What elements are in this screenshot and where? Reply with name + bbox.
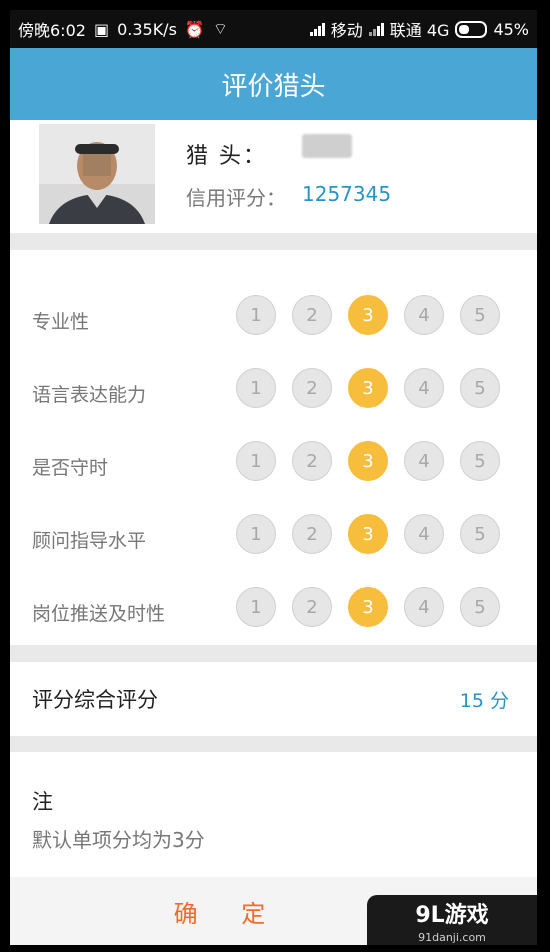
battery-percent: 45% <box>493 19 529 39</box>
rating-options: 12345 <box>236 368 500 408</box>
note-section: 注 默认单项分均为3分 <box>10 752 537 877</box>
carrier-1: 移动 <box>330 21 363 40</box>
ratings-panel: 专业性 1 2 3 4 5 语言表达能力 1 2 3 4 5 是否守时 1 2 3 4 5 顾问指导水平 1 2 3 4 5 岗… <box>10 250 537 645</box>
rating-option-5[interactable]: 5 <box>460 368 500 408</box>
rating-option-5[interactable]: 5 <box>460 295 500 335</box>
avatar <box>39 124 155 224</box>
rating-option-4[interactable]: 4 <box>404 587 444 627</box>
signal-icon <box>309 22 325 36</box>
rating-option-3[interactable]: 3 <box>348 295 388 335</box>
rating-label: 岗位推送及时性 <box>32 603 166 625</box>
site-watermark: 9L游戏 91danji.com <box>367 895 537 945</box>
hunter-name-label: 猎 头： <box>186 144 267 169</box>
total-score-value: 15 分 <box>459 690 509 712</box>
carrier-2: 联通 4G <box>389 21 450 40</box>
rating-row: 语言表达能力 1 2 3 4 5 <box>10 368 537 414</box>
rating-option-1[interactable]: 1 <box>236 587 276 627</box>
rating-option-3[interactable]: 3 <box>348 368 388 408</box>
credit-score-label: 信用评分： <box>186 186 286 210</box>
rating-option-2[interactable]: 2 <box>292 441 332 481</box>
rating-options: 12345 <box>236 587 500 627</box>
rating-option-5[interactable]: 5 <box>460 587 500 627</box>
rating-option-4[interactable]: 4 <box>404 295 444 335</box>
hunter-info-card: 猎 头： 信用评分： 1257345 <box>10 120 537 233</box>
rating-option-1[interactable]: 1 <box>236 295 276 335</box>
note-title: 注 <box>32 790 53 814</box>
rating-label: 专业性 <box>32 311 90 333</box>
rating-option-4[interactable]: 4 <box>404 514 444 554</box>
rating-option-1[interactable]: 1 <box>236 441 276 481</box>
rating-options: 12345 <box>236 295 500 335</box>
wifi-icon: ⌔ <box>212 19 228 38</box>
rating-option-3[interactable]: 3 <box>348 514 388 554</box>
total-score-label: 评分综合评分 <box>32 688 158 712</box>
rating-option-1[interactable]: 1 <box>236 368 276 408</box>
rating-option-1[interactable]: 1 <box>236 514 276 554</box>
rating-row: 是否守时 1 2 3 4 5 <box>10 441 537 487</box>
rating-option-5[interactable]: 5 <box>460 514 500 554</box>
rating-row: 岗位推送及时性 1 2 3 4 5 <box>10 587 537 633</box>
total-score-row: 评分综合评分 15 分 <box>10 662 537 736</box>
title-bar: 评价猎头 <box>10 48 537 120</box>
rating-label: 是否守时 <box>32 457 109 479</box>
rating-label: 顾问指导水平 <box>32 530 147 552</box>
rating-option-2[interactable]: 2 <box>292 295 332 335</box>
rating-row: 专业性 1 2 3 4 5 <box>10 295 537 341</box>
credit-score-value: 1257345 <box>302 182 392 206</box>
rating-option-2[interactable]: 2 <box>292 587 332 627</box>
alarm-icon: ⏰ <box>184 19 205 39</box>
signal-icon <box>368 22 384 36</box>
avatar-photo <box>39 124 155 224</box>
rating-option-4[interactable]: 4 <box>404 368 444 408</box>
rating-options: 12345 <box>236 514 500 554</box>
hunter-name-redacted <box>302 134 352 158</box>
rating-option-5[interactable]: 5 <box>460 441 500 481</box>
status-time: 傍晚6:02 <box>18 21 86 40</box>
watermark-logo-text: 9L游戏 <box>415 902 489 928</box>
confirm-button-label: 确 定 <box>173 899 284 928</box>
app-screen: 傍晚6:02 ▣ 0.35K/s ⏰ ⌔ 移动 联通 4G 45% 评价猎头 猎… <box>10 10 537 945</box>
note-text: 默认单项分均为3分 <box>32 828 205 852</box>
network-speed: 0.35K/s <box>117 19 177 39</box>
image-icon: ▣ <box>93 19 110 39</box>
battery-icon <box>455 20 488 38</box>
rating-option-3[interactable]: 3 <box>348 587 388 627</box>
rating-option-4[interactable]: 4 <box>404 441 444 481</box>
page-title: 评价猎头 <box>221 71 326 102</box>
screenshot-frame: 傍晚6:02 ▣ 0.35K/s ⏰ ⌔ 移动 联通 4G 45% 评价猎头 猎… <box>0 0 550 952</box>
rating-row: 顾问指导水平 1 2 3 4 5 <box>10 514 537 560</box>
rating-label: 语言表达能力 <box>32 384 147 406</box>
rating-option-2[interactable]: 2 <box>292 514 332 554</box>
status-bar: 傍晚6:02 ▣ 0.35K/s ⏰ ⌔ 移动 联通 4G 45% <box>10 10 537 48</box>
watermark-url: 91danji.com <box>418 930 486 944</box>
rating-option-2[interactable]: 2 <box>292 368 332 408</box>
rating-options: 12345 <box>236 441 500 481</box>
rating-option-3[interactable]: 3 <box>348 441 388 481</box>
